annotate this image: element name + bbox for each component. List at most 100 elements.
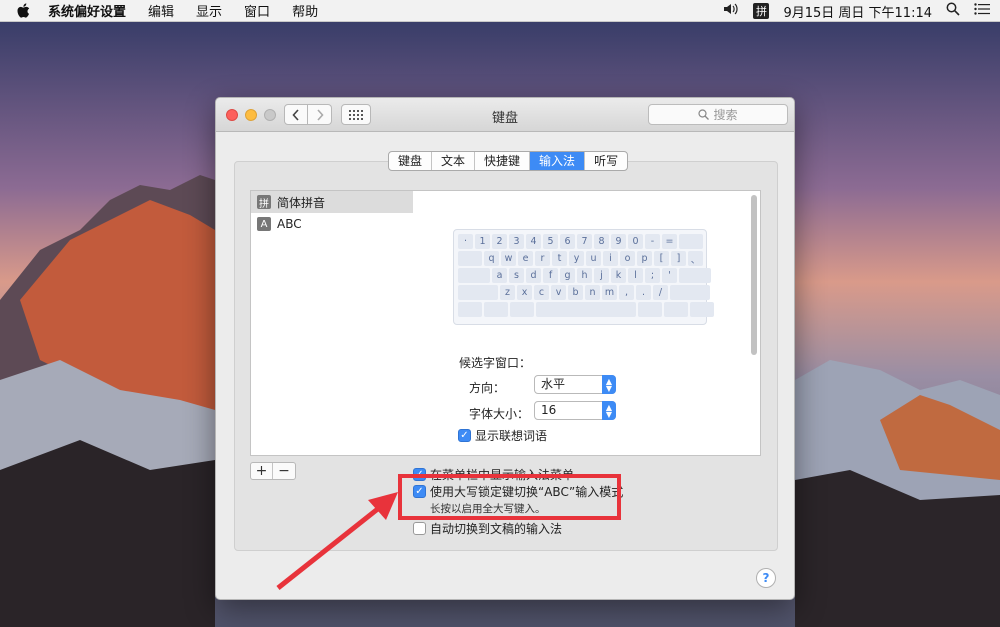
add-input-source-button[interactable]: + bbox=[251, 463, 273, 479]
checkbox-checked-icon[interactable]: ✓ bbox=[413, 468, 426, 481]
search-input[interactable]: 搜索 bbox=[648, 104, 788, 125]
keyboard-row: a s d f g h j k l ; ' bbox=[458, 268, 711, 283]
key: , bbox=[619, 285, 634, 300]
key: ] bbox=[671, 251, 686, 266]
menu-bar: 系统偏好设置 编辑 显示 窗口 帮助 拼 9月15日 周日 下午11:14 bbox=[0, 0, 1000, 22]
tab-input-sources[interactable]: 输入法 bbox=[530, 152, 586, 170]
direction-label: 方向： bbox=[469, 381, 506, 395]
key: 3 bbox=[509, 234, 524, 249]
menu-window[interactable]: 窗口 bbox=[244, 1, 270, 20]
key bbox=[458, 285, 498, 300]
candidate-window-heading: 候选字窗口： bbox=[459, 356, 532, 370]
key: - bbox=[645, 234, 660, 249]
checkbox-checked-icon[interactable]: ✓ bbox=[413, 485, 426, 498]
key bbox=[679, 268, 711, 283]
key: x bbox=[517, 285, 532, 300]
show-in-menubar-option[interactable]: ✓ 在菜单栏中显示输入法菜单 bbox=[413, 466, 574, 483]
key bbox=[510, 302, 534, 317]
menu-view[interactable]: 显示 bbox=[196, 1, 222, 20]
keyboard-row bbox=[458, 302, 714, 317]
key: 8 bbox=[594, 234, 609, 249]
input-method-icon[interactable]: 拼 bbox=[753, 3, 770, 19]
direction-popup[interactable]: 水平 ▲ ▼ bbox=[534, 375, 616, 394]
menu-app-name[interactable]: 系统偏好设置 bbox=[48, 1, 126, 20]
tab-text[interactable]: 文本 bbox=[432, 152, 476, 170]
key: u bbox=[586, 251, 601, 266]
key: q bbox=[484, 251, 499, 266]
key bbox=[664, 302, 688, 317]
tab-keyboard[interactable]: 键盘 bbox=[389, 152, 433, 170]
show-in-menubar-label: 在菜单栏中显示输入法菜单 bbox=[430, 468, 575, 482]
key: . bbox=[636, 285, 651, 300]
key: 1 bbox=[475, 234, 490, 249]
tab-dictation[interactable]: 听写 bbox=[585, 152, 627, 170]
key: 0 bbox=[628, 234, 643, 249]
keyboard-row: z x c v b n m , . / bbox=[458, 285, 710, 300]
checkbox-checked-icon[interactable]: ✓ bbox=[458, 429, 471, 442]
apple-menu-icon[interactable] bbox=[16, 2, 34, 19]
spotlight-search-icon[interactable] bbox=[946, 2, 960, 20]
key bbox=[690, 302, 714, 317]
key: ' bbox=[662, 268, 677, 283]
input-source-list: 拼 简体拼音 A ABC bbox=[250, 190, 414, 456]
notification-center-icon[interactable] bbox=[974, 3, 990, 19]
key bbox=[458, 268, 490, 283]
key: f bbox=[543, 268, 558, 283]
key: i bbox=[603, 251, 618, 266]
key bbox=[679, 234, 703, 249]
input-source-detail: · 1 2 3 4 5 6 7 8 9 0 - = q w e r t y u … bbox=[413, 190, 761, 456]
key bbox=[536, 302, 636, 317]
menu-edit[interactable]: 编辑 bbox=[148, 1, 174, 20]
help-button[interactable]: ? bbox=[756, 568, 776, 588]
scrollbar-thumb[interactable] bbox=[751, 195, 757, 355]
key: / bbox=[653, 285, 668, 300]
key: e bbox=[518, 251, 533, 266]
key: l bbox=[628, 268, 643, 283]
capslock-switch-option[interactable]: ✓ 使用大写锁定键切换“ABC”输入模式 bbox=[413, 483, 623, 500]
popup-arrows-icon: ▲ ▼ bbox=[602, 375, 616, 394]
checkbox-unchecked-icon[interactable] bbox=[413, 522, 426, 535]
key: · bbox=[458, 234, 473, 249]
key: k bbox=[611, 268, 626, 283]
list-item-abc[interactable]: A ABC bbox=[251, 213, 413, 235]
remove-input-source-button[interactable]: − bbox=[273, 463, 295, 479]
clock[interactable]: 9月15日 周日 下午11:14 bbox=[783, 2, 932, 21]
key: = bbox=[662, 234, 677, 249]
key: s bbox=[509, 268, 524, 283]
key: n bbox=[585, 285, 600, 300]
key: [ bbox=[654, 251, 669, 266]
key bbox=[670, 285, 710, 300]
key: c bbox=[534, 285, 549, 300]
tab-bar: 键盘 文本 快捷键 输入法 听写 bbox=[388, 151, 629, 171]
key bbox=[638, 302, 662, 317]
key: w bbox=[501, 251, 516, 266]
menu-help[interactable]: 帮助 bbox=[292, 1, 318, 20]
key: y bbox=[569, 251, 584, 266]
tab-shortcuts[interactable]: 快捷键 bbox=[475, 152, 531, 170]
key: ; bbox=[645, 268, 660, 283]
auto-switch-option[interactable]: 自动切换到文稿的输入法 bbox=[413, 520, 562, 537]
key: 6 bbox=[560, 234, 575, 249]
font-size-label: 字体大小： bbox=[469, 407, 530, 421]
key: 4 bbox=[526, 234, 541, 249]
key: 2 bbox=[492, 234, 507, 249]
capslock-switch-label: 使用大写锁定键切换“ABC”输入模式 bbox=[430, 485, 624, 499]
popup-arrows-icon: ▲ ▼ bbox=[602, 401, 616, 420]
abc-icon: A bbox=[257, 217, 271, 231]
auto-switch-label: 自动切换到文稿的输入法 bbox=[430, 522, 563, 536]
scrollbar[interactable] bbox=[751, 195, 758, 355]
key: g bbox=[560, 268, 575, 283]
key: b bbox=[568, 285, 583, 300]
key: 7 bbox=[577, 234, 592, 249]
font-size-popup[interactable]: 16 ▲ ▼ bbox=[534, 401, 616, 420]
keyboard-row: · 1 2 3 4 5 6 7 8 9 0 - = bbox=[458, 234, 703, 249]
list-item-pinyin[interactable]: 拼 简体拼音 bbox=[251, 191, 413, 213]
key: m bbox=[602, 285, 617, 300]
show-predictions-option[interactable]: ✓ 显示联想词语 bbox=[458, 427, 547, 444]
direction-value: 水平 bbox=[541, 377, 566, 391]
key: o bbox=[620, 251, 635, 266]
keyboard-preferences-window: 键盘 搜索 键盘 文本 快捷键 输入法 听写 拼 简体拼音 A ABC · 1 … bbox=[215, 97, 795, 600]
key: p bbox=[637, 251, 652, 266]
volume-icon[interactable] bbox=[723, 2, 739, 20]
key: r bbox=[535, 251, 550, 266]
